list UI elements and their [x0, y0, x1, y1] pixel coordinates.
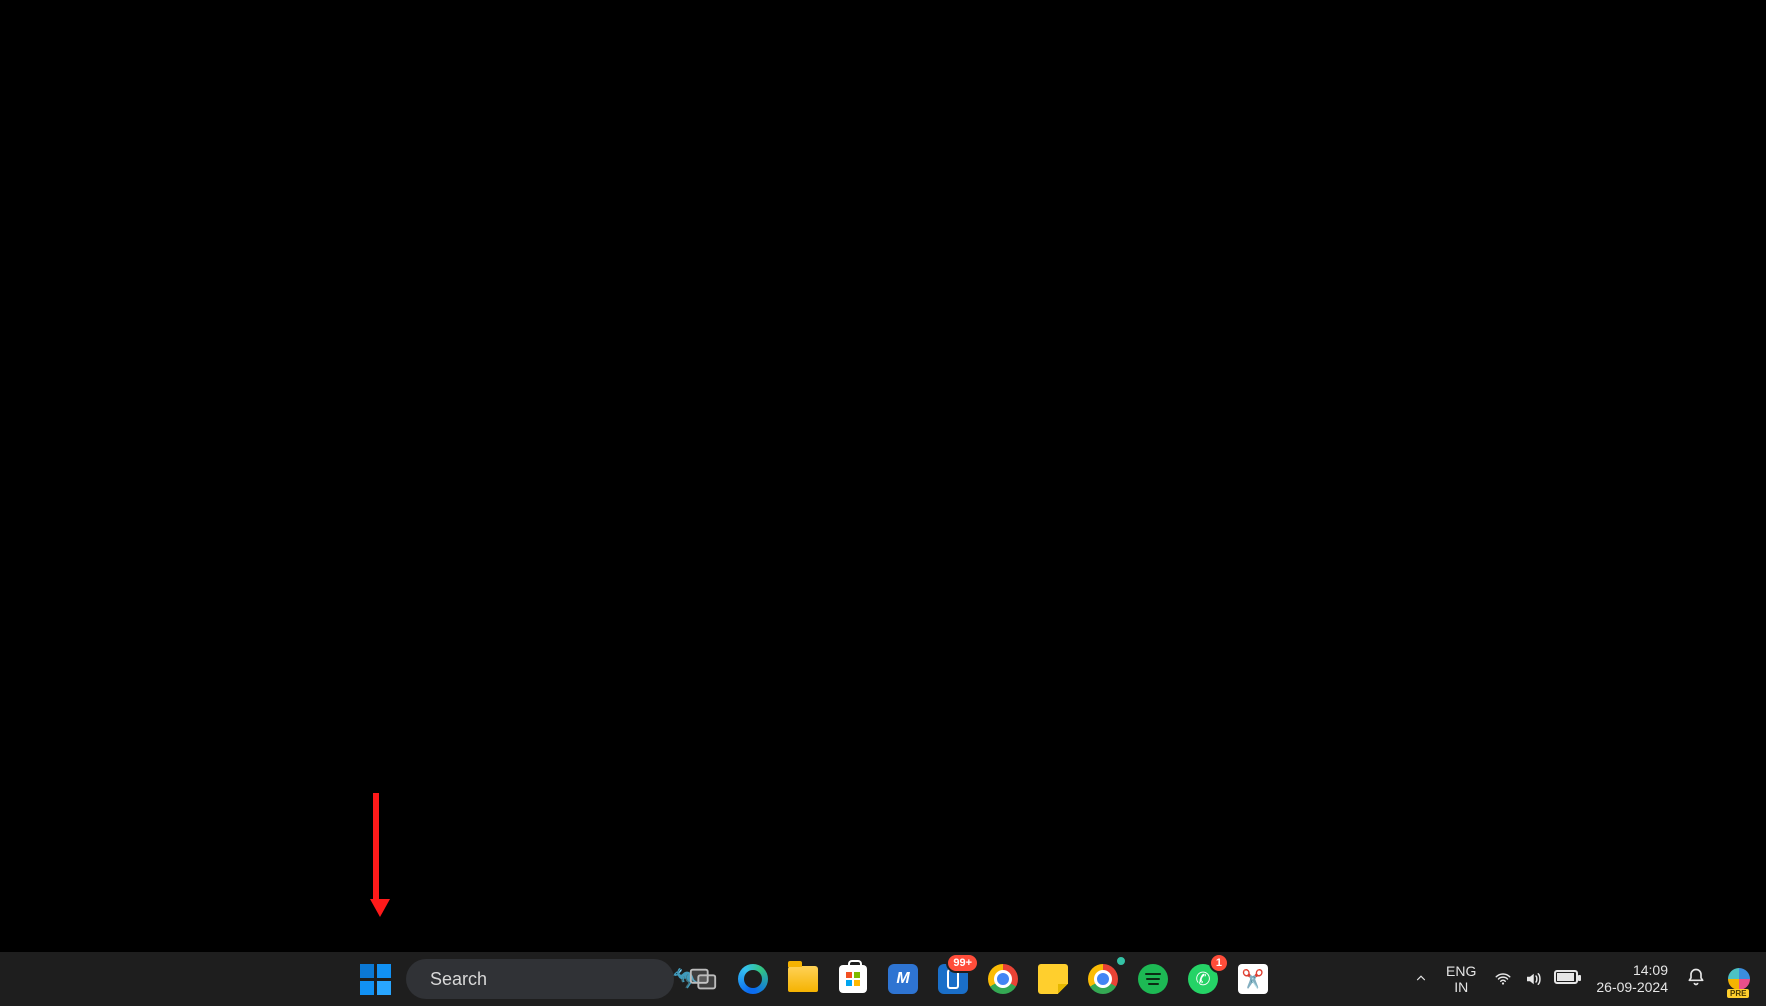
- wifi-icon: [1494, 970, 1512, 988]
- battery-icon: [1554, 970, 1578, 984]
- task-view-button[interactable]: [682, 958, 724, 1000]
- start-button[interactable]: [352, 956, 398, 1002]
- file-explorer-button[interactable]: [782, 958, 824, 1000]
- system-tray: ENG IN 14:09 26-09-2024 PRE: [1414, 962, 1762, 996]
- folder-icon: [788, 966, 818, 992]
- chrome-button[interactable]: [982, 958, 1024, 1000]
- clock-date: 26-09-2024: [1596, 979, 1668, 996]
- sticky-notes-button[interactable]: [1032, 958, 1074, 1000]
- phone-link-button[interactable]: 99+: [932, 958, 974, 1000]
- language-indicator[interactable]: ENG IN: [1446, 963, 1476, 995]
- microsoft-store-button[interactable]: [832, 958, 874, 1000]
- whatsapp-button[interactable]: ✆ 1: [1182, 958, 1224, 1000]
- quick-settings-button[interactable]: [1494, 970, 1578, 988]
- chrome-icon: [1088, 964, 1118, 994]
- bell-icon: [1686, 967, 1706, 987]
- app-blue-m-icon: M: [888, 964, 918, 994]
- volume-icon: [1524, 970, 1542, 988]
- windows-logo-icon: [360, 964, 391, 995]
- task-view-icon: [688, 964, 718, 994]
- sticky-notes-icon: [1038, 964, 1068, 994]
- copilot-icon: [1728, 968, 1750, 990]
- edge-icon: [738, 964, 768, 994]
- snipping-tool-icon: ✂️: [1238, 964, 1268, 994]
- chrome-alt-button[interactable]: [1082, 958, 1124, 1000]
- lang-top: ENG: [1446, 963, 1476, 979]
- phone-link-badge: 99+: [946, 953, 979, 973]
- taskbar-search[interactable]: 🦘: [406, 959, 674, 999]
- clock-button[interactable]: 14:09 26-09-2024: [1596, 962, 1668, 996]
- notifications-button[interactable]: [1686, 967, 1706, 992]
- search-input[interactable]: [430, 969, 662, 990]
- spotify-button[interactable]: [1132, 958, 1174, 1000]
- annotation-arrow: [370, 793, 382, 913]
- taskbar: 🦘 M 99+ ✆ 1: [0, 952, 1766, 1006]
- copilot-pre-badge: PRE: [1727, 989, 1749, 998]
- chrome-icon: [988, 964, 1018, 994]
- copilot-button[interactable]: PRE: [1724, 964, 1754, 994]
- lang-bottom: IN: [1446, 979, 1476, 995]
- whatsapp-badge: 1: [1209, 953, 1229, 973]
- status-dot: [1115, 955, 1127, 967]
- spotify-icon: [1138, 964, 1168, 994]
- store-icon: [839, 965, 867, 993]
- chevron-up-icon: [1414, 971, 1428, 985]
- snipping-tool-button[interactable]: ✂️: [1232, 958, 1274, 1000]
- clock-time: 14:09: [1596, 962, 1668, 979]
- tray-overflow-button[interactable]: [1414, 971, 1428, 988]
- edge-button[interactable]: [732, 958, 774, 1000]
- app-blue-m-button[interactable]: M: [882, 958, 924, 1000]
